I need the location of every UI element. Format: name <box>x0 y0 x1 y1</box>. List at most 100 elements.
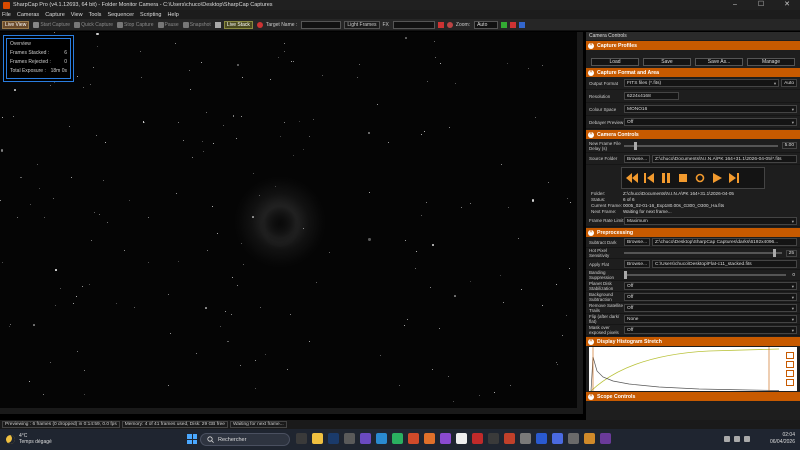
camera-controls-header[interactable]: ^ Camera Controls <box>586 130 800 139</box>
wifi-icon[interactable] <box>734 436 740 442</box>
tool-icon[interactable] <box>519 21 526 28</box>
browse-source-button[interactable]: Browse... <box>624 154 650 163</box>
app-icon[interactable] <box>344 433 355 444</box>
preprocessing-header[interactable]: ^ Preprocessing <box>586 228 800 237</box>
minimize-button[interactable]: – <box>722 0 748 10</box>
satellite-select[interactable]: Off ▾ <box>624 304 797 312</box>
flip-select[interactable]: None ▾ <box>624 315 797 323</box>
chevron-up-icon[interactable] <box>724 436 730 442</box>
menu-cameras[interactable]: Cameras <box>17 12 39 18</box>
slider-handle[interactable] <box>624 271 627 279</box>
mask-select[interactable]: Off ▾ <box>624 326 797 334</box>
light-frames-select[interactable]: Light Frames <box>344 20 380 29</box>
live-stack-button[interactable]: Live Stack <box>223 20 253 29</box>
sharpcap-icon[interactable] <box>584 433 595 444</box>
zoom-out-icon[interactable] <box>510 21 517 28</box>
zoom-in-icon[interactable] <box>501 21 508 28</box>
app-icon[interactable] <box>504 433 515 444</box>
frame-rate-select[interactable]: Maximum ▾ <box>624 216 797 225</box>
menu-scripting[interactable]: Scripting <box>140 12 161 18</box>
menu-capture[interactable]: Capture <box>45 12 65 18</box>
weather-widget[interactable]: 4°C Temps dégagé <box>6 433 52 445</box>
teams-icon[interactable] <box>360 433 371 444</box>
delay-value[interactable]: 5.00 <box>781 142 797 149</box>
grid-icon[interactable] <box>437 21 444 28</box>
photoshop-icon[interactable] <box>328 433 339 444</box>
scope-controls-header[interactable]: ^ Scope Controls <box>586 392 800 401</box>
app-icon[interactable] <box>408 433 419 444</box>
browse-flat-button[interactable]: Browse... <box>624 260 650 268</box>
resolution-select[interactable]: 6224x4168 <box>624 92 679 100</box>
taskview-icon[interactable] <box>296 433 307 444</box>
capture-profiles-header[interactable]: ^ Capture Profiles <box>586 41 800 50</box>
hot-pixel-slider[interactable] <box>624 249 782 257</box>
source-folder-input[interactable]: Z:\chuco\Documents\N.I.N.A\PK 164+31.1\2… <box>652 154 797 163</box>
reticle-icon[interactable] <box>446 21 453 28</box>
app-icon[interactable] <box>520 433 531 444</box>
quick-capture-button[interactable]: Quick Capture <box>74 21 113 28</box>
menu-file[interactable]: File <box>2 12 11 18</box>
auto-button[interactable]: Auto <box>781 79 797 87</box>
app-icon[interactable] <box>440 433 451 444</box>
clock[interactable]: 02:04 06/04/2026 <box>770 432 795 446</box>
refresh-icon[interactable] <box>693 172 706 185</box>
slider-handle[interactable] <box>634 141 637 150</box>
edge-icon[interactable] <box>376 433 387 444</box>
planet-disk-select[interactable]: Off ▾ <box>624 282 797 290</box>
settings-icon[interactable] <box>786 370 794 377</box>
live-view-button[interactable]: Live View <box>2 20 30 29</box>
settings-icon[interactable] <box>214 21 221 28</box>
stop-capture-button[interactable]: Stop Capture <box>117 21 154 28</box>
image-view[interactable] <box>0 32 583 408</box>
start-capture-button[interactable]: Start Capture <box>33 21 70 28</box>
load-profile-button[interactable]: Load <box>591 57 639 66</box>
horizontal-scrollbar[interactable] <box>0 408 583 414</box>
play-icon[interactable] <box>710 172 723 185</box>
menu-view[interactable]: View <box>71 12 83 18</box>
browse-dark-button[interactable]: Browse... <box>624 238 650 246</box>
menu-help[interactable]: Help <box>167 12 178 18</box>
stop-playback-icon[interactable] <box>676 172 689 185</box>
app-icon[interactable] <box>456 433 467 444</box>
volume-icon[interactable] <box>744 436 750 442</box>
vertical-scrollbar[interactable] <box>577 32 583 408</box>
app-icon[interactable] <box>488 433 499 444</box>
app-icon[interactable] <box>600 433 611 444</box>
histogram-header[interactable]: ^ Display Histogram Stretch <box>586 337 800 346</box>
pause-playback-icon[interactable] <box>659 172 672 185</box>
record-icon[interactable] <box>256 21 263 28</box>
reset-stretch-icon[interactable] <box>786 361 794 368</box>
taskbar-search[interactable]: Rechercher <box>200 433 290 446</box>
zoom-select[interactable]: Auto <box>474 20 499 29</box>
slider-handle[interactable] <box>772 249 776 257</box>
app-icon[interactable] <box>568 433 579 444</box>
fx-select[interactable] <box>392 20 435 29</box>
menu-tools[interactable]: Tools <box>89 12 102 18</box>
skip-start-icon[interactable] <box>642 172 655 185</box>
delay-slider[interactable] <box>624 141 778 150</box>
apply-flat-input[interactable]: C:\Users\chuco\Desktop\Flat-c11_stacked.… <box>652 260 797 268</box>
subtract-dark-input[interactable]: Z:\chuco\Desktop\SharpCap Captures\darks… <box>652 238 797 246</box>
target-name-input[interactable] <box>301 20 342 29</box>
app-icon[interactable] <box>392 433 403 444</box>
hot-pixel-value[interactable]: 25 <box>785 249 797 257</box>
save-icon[interactable] <box>786 379 794 386</box>
skip-end-icon[interactable] <box>727 172 740 185</box>
bg-subtraction-select[interactable]: Off ▾ <box>624 293 797 301</box>
snapshot-button[interactable]: Snapshot <box>182 21 211 28</box>
save-as-profile-button[interactable]: Save As... <box>695 57 743 66</box>
rewind-icon[interactable] <box>625 172 638 185</box>
windows-start-icon[interactable] <box>187 434 197 444</box>
discord-icon[interactable] <box>552 433 563 444</box>
file-explorer-icon[interactable] <box>312 433 323 444</box>
pause-button[interactable]: Pause <box>157 21 179 28</box>
manage-profiles-button[interactable]: Manage <box>747 57 795 66</box>
colour-space-select[interactable]: MONO16 ▾ <box>624 105 797 113</box>
capture-format-header[interactable]: ^ Capture Format and Area <box>586 68 800 77</box>
debayer-select[interactable]: Off ▾ <box>624 118 797 126</box>
banding-slider[interactable] <box>624 271 787 279</box>
app-icon[interactable] <box>536 433 547 444</box>
histogram-chart[interactable] <box>589 347 797 392</box>
maximize-button[interactable]: ☐ <box>748 0 774 10</box>
auto-stretch-icon[interactable] <box>786 352 794 359</box>
